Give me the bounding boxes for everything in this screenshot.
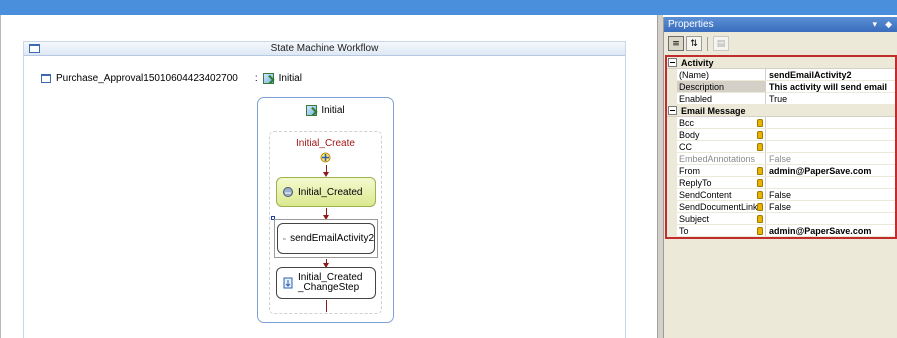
workflow-name[interactable]: Purchase_Approval15010604423402700 [56, 73, 238, 84]
property-value[interactable] [766, 117, 895, 128]
bindable-property-icon[interactable] [757, 191, 763, 199]
initial-state-link[interactable]: Initial [279, 73, 302, 84]
properties-titlebar: Properties ▾ ◆ [664, 17, 897, 32]
workflow-designer[interactable]: State Machine Workflow Purchase_Approval… [0, 15, 657, 338]
alphabetical-icon[interactable]: ⇅ [686, 36, 702, 51]
sequence-title[interactable]: Initial_Create [270, 138, 381, 149]
property-value[interactable]: True [766, 93, 895, 104]
sequence-start-icon [320, 152, 331, 163]
state-initial[interactable]: Initial Initial_Create Initial_Created s… [257, 97, 394, 323]
activity-label: Initial_Created_ChangeStep [298, 272, 363, 293]
state-icon [306, 105, 318, 116]
property-grid[interactable]: Activity (Name) sendEmailActivity2 Descr… [665, 55, 897, 239]
property-name: CC [677, 141, 766, 152]
property-value[interactable]: False [766, 153, 895, 164]
property-row-to[interactable]: To admin@PaperSave.com [667, 225, 895, 237]
title-bar [0, 0, 897, 15]
designer-canvas[interactable]: State Machine Workflow Purchase_Approval… [23, 41, 626, 338]
collapse-icon[interactable] [668, 106, 677, 115]
workflow-icon [41, 73, 51, 83]
category-email-message[interactable]: Email Message [667, 105, 895, 117]
canvas-header: State Machine Workflow [24, 42, 625, 56]
property-value[interactable] [766, 213, 895, 224]
property-name: SendContent [677, 189, 766, 200]
property-description-area [664, 241, 897, 338]
property-pages-icon[interactable]: ▤ [713, 36, 729, 51]
property-name: Bcc [677, 117, 766, 128]
property-value[interactable]: admin@PaperSave.com [766, 165, 895, 176]
event-sequence[interactable]: Initial_Create Initial_Created sendEmail… [269, 131, 382, 314]
categorized-icon[interactable]: ≡ [668, 36, 684, 51]
property-name: (Name) [677, 69, 766, 80]
properties-title: Properties [668, 19, 714, 30]
property-name: To [677, 225, 766, 236]
property-row-bcc[interactable]: Bcc [667, 117, 895, 129]
workflow-separator: : [254, 72, 258, 84]
initial-state-icon [262, 72, 274, 84]
activity-label: Initial_Created [298, 186, 363, 198]
toolbar-separator [707, 36, 708, 51]
property-value[interactable] [766, 141, 895, 152]
bindable-property-icon[interactable] [757, 143, 763, 151]
properties-panel: Properties ▾ ◆ ≡ ⇅ ▤ Activity (Name) sen… [663, 17, 897, 338]
activity-change-step[interactable]: Initial_Created_ChangeStep [276, 267, 376, 299]
property-name: EmbedAnnotations [677, 153, 766, 164]
send-email-icon [283, 237, 287, 240]
property-value[interactable]: sendEmailActivity2 [766, 69, 895, 80]
state-initialization-icon [283, 187, 293, 197]
property-name: ReplyTo [677, 177, 766, 188]
bindable-property-icon[interactable] [757, 167, 763, 175]
flow-connector [326, 300, 327, 312]
workflow-row: Purchase_Approval15010604423402700 : Ini… [41, 71, 302, 85]
property-value[interactable]: This activity will send email [766, 81, 895, 92]
property-row-description[interactable]: Description This activity will send emai… [667, 81, 895, 93]
property-row-body[interactable]: Body [667, 129, 895, 141]
category-activity[interactable]: Activity [667, 57, 895, 69]
property-name: SendDocumentLink [677, 201, 766, 212]
pin-icon[interactable]: ◆ [885, 17, 892, 32]
property-row-sendcontent[interactable]: SendContent False [667, 189, 895, 201]
property-name: Enabled [677, 93, 766, 104]
property-value[interactable]: False [766, 189, 895, 200]
bindable-property-icon[interactable] [757, 203, 763, 211]
property-row-senddocumentlink[interactable]: SendDocumentLink False [667, 201, 895, 213]
bindable-property-icon[interactable] [757, 227, 763, 235]
category-label: Activity [681, 57, 714, 68]
category-label: Email Message [681, 105, 746, 116]
set-state-icon [283, 277, 293, 289]
activity-initial-created[interactable]: Initial_Created [276, 177, 376, 207]
state-title-label: Initial [321, 105, 345, 116]
activity-label: sendEmailActivity2 [290, 233, 374, 244]
property-name: From [677, 165, 766, 176]
property-value[interactable] [766, 129, 895, 140]
property-row-from[interactable]: From admin@PaperSave.com [667, 165, 895, 177]
bindable-property-icon[interactable] [757, 179, 763, 187]
property-row-replyto[interactable]: ReplyTo [667, 177, 895, 189]
collapse-icon[interactable] [668, 58, 677, 67]
property-value[interactable] [766, 177, 895, 188]
activity-send-email[interactable]: sendEmailActivity2 [277, 223, 375, 254]
bindable-property-icon[interactable] [757, 215, 763, 223]
bindable-property-icon[interactable] [757, 131, 763, 139]
selection-frame: sendEmailActivity2 [274, 219, 378, 258]
property-value[interactable]: False [766, 201, 895, 212]
properties-toolbar: ≡ ⇅ ▤ [664, 34, 897, 53]
state-title[interactable]: Initial [258, 105, 393, 116]
dropdown-arrow-icon[interactable]: ▾ [873, 17, 878, 32]
property-name: Description [677, 81, 766, 92]
bindable-property-icon[interactable] [757, 119, 763, 127]
property-name: Body [677, 129, 766, 140]
property-name: Subject [677, 213, 766, 224]
canvas-title: State Machine Workflow [270, 43, 379, 54]
property-row-subject[interactable]: Subject [667, 213, 895, 225]
property-row-cc[interactable]: CC [667, 141, 895, 153]
property-row-enabled[interactable]: Enabled True [667, 93, 895, 105]
property-row-embedannotations[interactable]: EmbedAnnotations False [667, 153, 895, 165]
property-row-name[interactable]: (Name) sendEmailActivity2 [667, 69, 895, 81]
property-value[interactable]: admin@PaperSave.com [766, 225, 895, 236]
